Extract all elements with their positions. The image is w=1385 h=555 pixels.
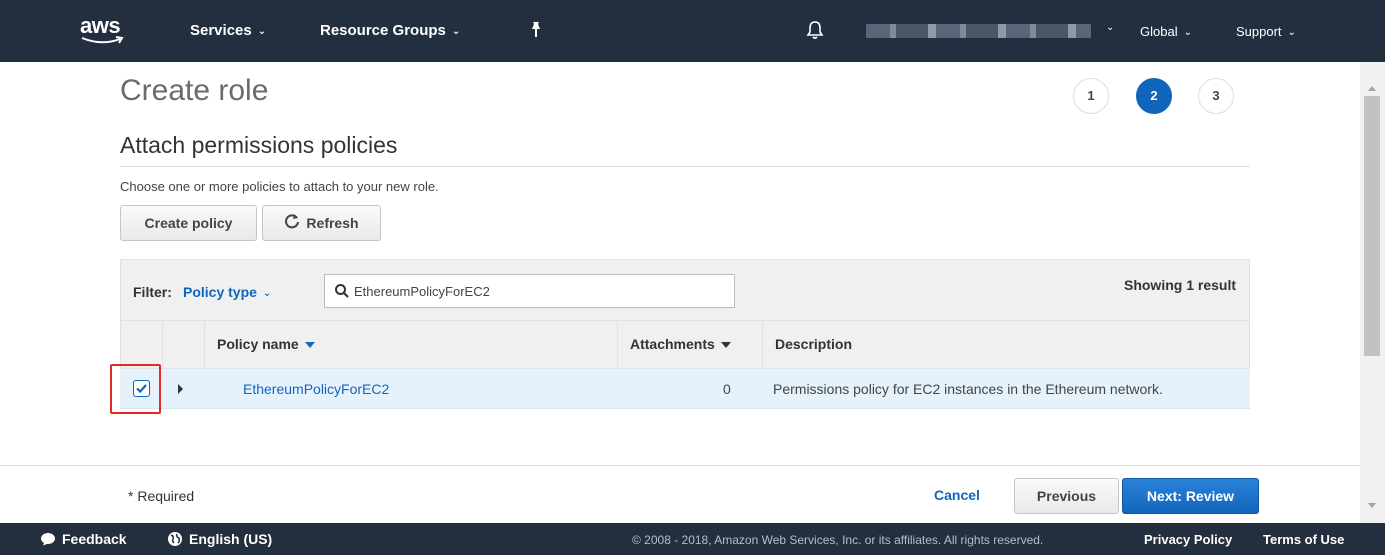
feedback-icon xyxy=(41,533,55,546)
page-title: Create role xyxy=(120,74,269,107)
scroll-up-arrow[interactable] xyxy=(1368,86,1376,91)
aws-smile-icon xyxy=(81,36,124,44)
column-policy-name-label: Policy name xyxy=(217,336,299,352)
terms-of-use-link[interactable]: Terms of Use xyxy=(1263,532,1344,547)
region-label: Global xyxy=(1140,24,1178,39)
column-attachments[interactable]: Attachments xyxy=(617,321,762,368)
top-nav: aws Services ⌄ Resource Groups ⌄ ⌄ Global ⌄… xyxy=(0,0,1385,62)
result-count: Showing 1 result xyxy=(1123,277,1236,293)
column-description[interactable]: Description xyxy=(762,321,1249,368)
policy-name-link[interactable]: EthereumPolicyForEC2 xyxy=(243,381,389,397)
next-review-button[interactable]: Next: Review xyxy=(1122,478,1259,514)
privacy-policy-link[interactable]: Privacy Policy xyxy=(1144,532,1232,547)
required-note: * Required xyxy=(128,488,195,504)
feedback-label: Feedback xyxy=(62,531,127,547)
footer-divider xyxy=(0,465,1360,466)
policy-type-filter[interactable]: Policy type ⌄ xyxy=(183,284,271,300)
bell-icon[interactable] xyxy=(806,20,824,40)
services-label: Services xyxy=(190,22,252,39)
refresh-icon xyxy=(285,214,300,229)
resource-groups-menu[interactable]: Resource Groups ⌄ xyxy=(320,22,460,39)
step-2-active: 2 xyxy=(1136,78,1172,114)
create-policy-label: Create policy xyxy=(144,215,233,231)
resource-groups-label: Resource Groups xyxy=(320,22,446,39)
globe-icon xyxy=(168,532,182,546)
cancel-link[interactable]: Cancel xyxy=(934,487,980,503)
checkbox-highlight-box xyxy=(110,364,161,414)
chevron-down-icon: ⌄ xyxy=(262,287,272,299)
filter-label: Filter: xyxy=(133,284,172,300)
feedback-link[interactable]: Feedback xyxy=(40,531,127,547)
search-icon xyxy=(335,284,349,298)
filter-bar: Filter: Policy type ⌄ EthereumPolicyForEC… xyxy=(120,259,1250,320)
section-title: Attach permissions policies xyxy=(120,132,398,158)
sort-desc-icon xyxy=(720,342,731,349)
aws-logo[interactable]: aws xyxy=(80,14,130,48)
chevron-down-icon: ⌄ xyxy=(1183,27,1192,39)
refresh-label: Refresh xyxy=(306,215,359,231)
services-menu[interactable]: Services ⌄ xyxy=(190,22,266,39)
language-label: English (US) xyxy=(189,531,273,547)
header-expand-cell xyxy=(162,321,204,368)
sort-desc-icon xyxy=(304,342,315,349)
scroll-down-arrow[interactable] xyxy=(1368,503,1376,508)
step-3: 3 xyxy=(1198,78,1234,114)
step-1: 1 xyxy=(1073,78,1109,114)
search-input[interactable]: EthereumPolicyForEC2 xyxy=(324,274,735,308)
policy-type-label: Policy type xyxy=(183,284,257,300)
hint-text: Choose one or more policies to attach to… xyxy=(120,179,439,194)
chevron-down-icon[interactable]: ⌄ xyxy=(1106,22,1114,33)
search-value: EthereumPolicyForEC2 xyxy=(354,284,490,299)
region-menu[interactable]: Global ⌄ xyxy=(1140,24,1192,39)
aws-logo-text: aws xyxy=(80,13,121,38)
attachments-value: 0 xyxy=(723,381,731,397)
policies-table: Filter: Policy type ⌄ EthereumPolicyForEC… xyxy=(110,259,1250,414)
pin-icon[interactable] xyxy=(528,21,544,39)
scroll-thumb[interactable] xyxy=(1364,96,1380,356)
create-policy-button[interactable]: Create policy xyxy=(120,205,257,241)
expand-caret-icon[interactable] xyxy=(178,384,183,394)
chevron-down-icon: ⌄ xyxy=(257,25,267,37)
copyright-text: © 2008 - 2018, Amazon Web Services, Inc.… xyxy=(632,533,1044,547)
column-policy-name[interactable]: Policy name xyxy=(204,321,617,368)
previous-button[interactable]: Previous xyxy=(1014,478,1119,514)
chevron-down-icon: ⌄ xyxy=(1287,27,1296,39)
support-label: Support xyxy=(1236,24,1282,39)
table-header: Policy name Attachments Description xyxy=(120,320,1250,369)
section-divider xyxy=(120,166,1250,167)
vertical-scrollbar[interactable] xyxy=(1360,62,1385,523)
refresh-button[interactable]: Refresh xyxy=(262,205,381,241)
column-description-label: Description xyxy=(775,336,853,352)
header-select-cell xyxy=(121,321,162,368)
bottom-bar: Feedback English (US) © 2008 - 2018, Ama… xyxy=(0,523,1385,555)
language-selector[interactable]: English (US) xyxy=(167,531,272,547)
table-row[interactable]: EthereumPolicyForEC2 0 Permissions polic… xyxy=(110,364,1250,414)
account-name-redacted[interactable] xyxy=(866,24,1091,38)
column-attachments-label: Attachments xyxy=(630,336,715,352)
chevron-down-icon: ⌄ xyxy=(451,25,461,37)
description-value: Permissions policy for EC2 instances in … xyxy=(773,381,1163,397)
support-menu[interactable]: Support ⌄ xyxy=(1236,24,1296,39)
